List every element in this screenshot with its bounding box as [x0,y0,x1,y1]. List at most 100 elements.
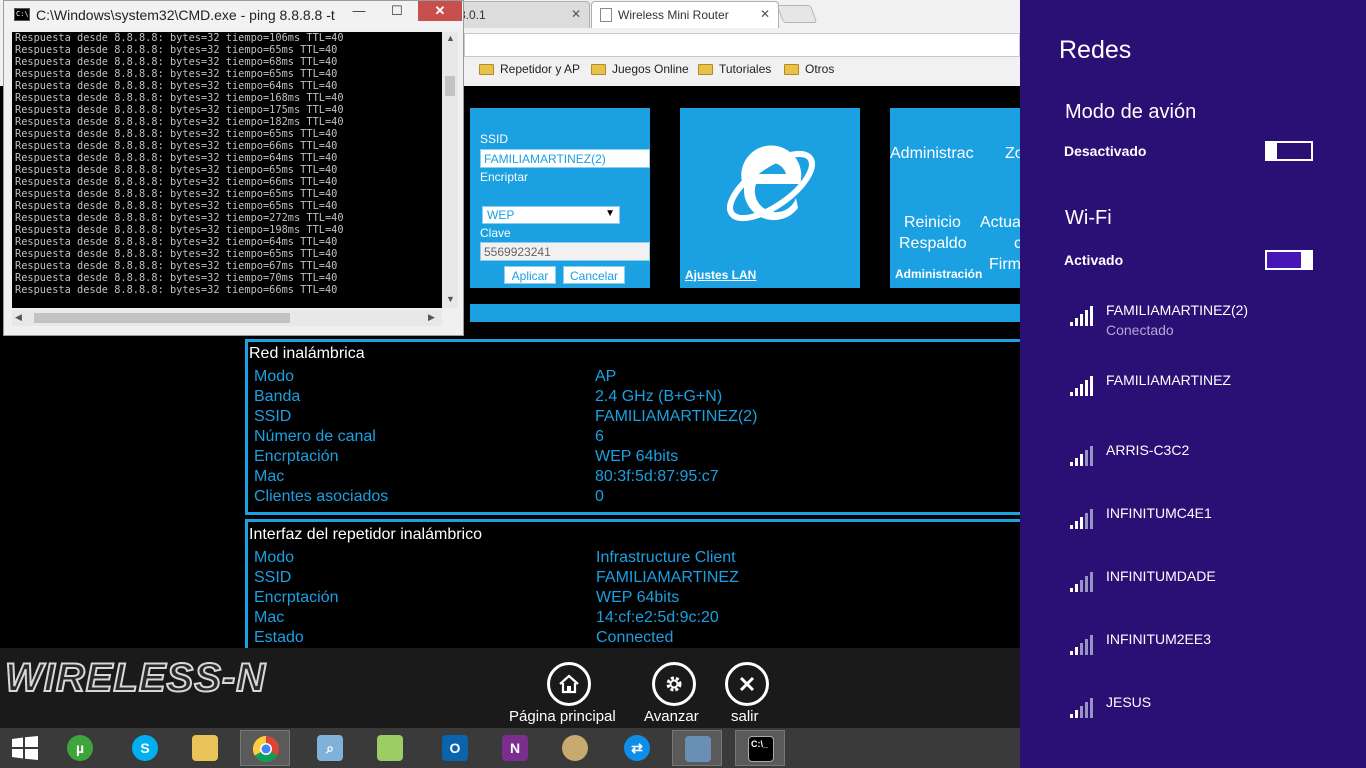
info-key: Modo [254,549,295,566]
magnifier-icon: ⌕ [317,735,343,761]
address-bar[interactable] [464,33,1020,57]
info-value: Infrastructure Client [596,549,736,566]
cmd-lines: Respuesta desde 8.8.8.8: bytes=32 tiempo… [12,32,442,296]
new-tab-button[interactable] [776,5,818,23]
taskbar-cmd[interactable]: C:\_ [735,730,785,766]
section-divider-bar [470,304,1020,322]
scroll-left-icon[interactable]: ◀ [15,312,22,323]
network-name: INFINITUM2EE3 [1106,631,1212,647]
network-item[interactable]: INFINITUMC4E1 [1070,503,1360,543]
home-button[interactable] [547,662,591,706]
folder-icon [784,63,799,75]
bookmark-label: Tutoriales [719,62,772,76]
bookmark-otros[interactable]: Otros [784,62,834,76]
taskbar-paint[interactable] [550,730,600,766]
key-input[interactable]: 5569923241 [480,242,650,261]
network-name: FAMILIAMARTINEZ [1106,372,1231,388]
tab-2-close-icon[interactable]: ✕ [760,7,770,21]
scroll-up-icon[interactable]: ▲ [446,33,455,43]
network-panel-title: Redes [1059,36,1132,64]
scroll-down-icon[interactable]: ▼ [446,294,455,304]
encrypt-select[interactable]: WEP ▼ [482,206,620,224]
cmd-vertical-thumb[interactable] [445,76,455,96]
router-footer: WIRELESS-N Página principal Avanzar sali… [0,648,1020,728]
cmd-window[interactable]: C:\ C:\Windows\system32\CMD.exe - ping 8… [3,0,464,336]
cmd-line: Respuesta desde 8.8.8.8: bytes=32 tiempo… [15,260,338,272]
cmd-horizontal-thumb[interactable] [34,313,290,323]
bookmark-juegos[interactable]: Juegos Online [591,62,689,76]
network-item[interactable]: FAMILIAMARTINEZ(2) Conectado [1070,300,1360,340]
taskbar-network-tool[interactable]: ⌕ [305,730,355,766]
internet-explorer-icon [727,145,815,222]
taskbar-network-settings[interactable] [672,730,722,766]
taskbar-skype[interactable]: S [120,730,170,766]
network-name: ARRIS-C3C2 [1106,442,1190,458]
exit-button[interactable] [725,662,769,706]
bookmark-label: Repetidor y AP [500,62,581,76]
taskbar-file-explorer[interactable] [180,730,230,766]
tab-1-close-icon[interactable]: ✕ [571,7,581,21]
network-computer-icon [685,736,711,762]
taskbar-chrome[interactable] [240,730,290,766]
cmd-console-output[interactable]: Respuesta desde 8.8.8.8: bytes=32 tiempo… [12,32,442,308]
scroll-right-icon[interactable]: ▶ [428,312,435,323]
update-link[interactable]: Actua [980,214,1020,232]
info-value: 2.4 GHz (B+G+N) [595,388,723,405]
cmd-line: Respuesta desde 8.8.8.8: bytes=32 tiempo… [15,80,338,92]
airplane-mode-toggle[interactable] [1265,141,1313,161]
taskbar-utorrent[interactable]: µ [55,730,105,766]
windows-logo-icon [12,736,38,760]
cancel-button[interactable]: Cancelar [563,266,625,284]
airplane-mode-label: Modo de avión [1065,101,1197,123]
apply-button[interactable]: Aplicar [504,266,556,284]
network-item[interactable]: INFINITUMDADE [1070,566,1360,606]
lan-settings-tile[interactable]: Ajustes LAN [680,108,860,288]
taskbar-photos[interactable] [365,730,415,766]
repeater-info-panel: Interfaz del repetidor inalámbrico Modo I… [245,519,1020,648]
firmware-link[interactable]: Firm [989,256,1020,274]
cmd-vertical-scrollbar[interactable]: ▲ ▼ [442,32,458,308]
bookmark-repetidor[interactable]: Repetidor y AP [479,62,580,76]
wifi-signal-icon [1070,698,1094,718]
cmd-line: Respuesta desde 8.8.8.8: bytes=32 tiempo… [15,284,338,296]
wifi-toggle[interactable] [1265,250,1313,270]
info-value: 80:3f:5d:87:95:c7 [595,468,719,485]
cmd-line: Respuesta desde 8.8.8.8: bytes=32 tiempo… [15,200,338,212]
close-button[interactable]: ✕ [418,1,462,21]
reboot-link[interactable]: Reinicio [904,214,961,232]
lan-settings-link[interactable]: Ajustes LAN [685,268,756,282]
cmd-line: Respuesta desde 8.8.8.8: bytes=32 tiempo… [15,176,338,188]
taskbar-outlook[interactable]: O [430,730,480,766]
network-item[interactable]: INFINITUM2EE3 [1070,629,1360,669]
taskbar-onenote[interactable]: N [490,730,540,766]
cmd-horizontal-scrollbar[interactable]: ◀ ▶ [12,310,442,326]
cmd-line: Respuesta desde 8.8.8.8: bytes=32 tiempo… [15,116,344,128]
tab-wireless-mini-router[interactable]: Wireless Mini Router ✕ [591,1,779,28]
info-key: Número de canal [254,428,376,445]
cmd-line: Respuesta desde 8.8.8.8: bytes=32 tiempo… [15,32,344,44]
start-button[interactable] [0,730,50,766]
minimize-button[interactable]: — [344,1,374,21]
network-item[interactable]: JESUS [1070,692,1360,732]
gear-icon [666,676,682,692]
bookmarks-bar: Repetidor y AP Juegos Online Tutoriales … [464,60,1020,82]
info-value: 6 [595,428,604,445]
cmd-line: Respuesta desde 8.8.8.8: bytes=32 tiempo… [15,92,344,104]
encrypt-value: WEP [487,208,515,222]
chrome-icon [252,735,279,763]
maximize-button[interactable]: ☐ [382,1,412,21]
bookmark-tutoriales[interactable]: Tutoriales [698,62,771,76]
info-value: AP [595,368,617,385]
info-value: 0 [595,488,604,505]
network-item[interactable]: ARRIS-C3C2 [1070,440,1360,480]
advanced-button[interactable] [652,662,696,706]
backup-link[interactable]: Respaldo [899,235,967,253]
info-value: WEP 64bits [595,448,679,465]
info-key: Modo [254,368,295,385]
network-item[interactable]: FAMILIAMARTINEZ [1070,370,1360,410]
cmd-titlebar[interactable]: C:\ C:\Windows\system32\CMD.exe - ping 8… [4,1,463,29]
info-key: SSID [254,569,292,586]
ssid-input[interactable]: FAMILIAMARTINEZ(2) [480,149,650,168]
taskbar-teamviewer[interactable]: ⇄ [612,730,662,766]
administration-tile[interactable]: Administrac Zo Reinicio Actua Respaldo c… [890,108,1020,288]
